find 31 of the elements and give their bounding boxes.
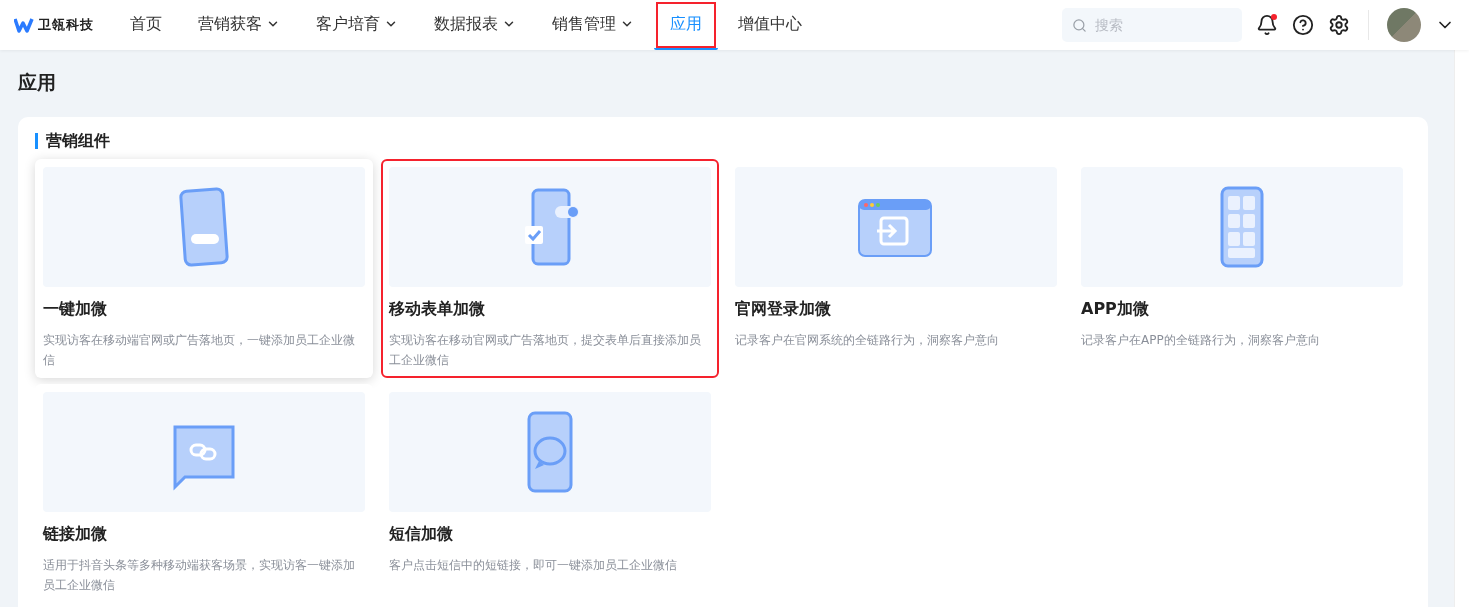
search-field[interactable]: 搜索 bbox=[1062, 8, 1242, 42]
nav-tab[interactable]: 数据报表 bbox=[418, 0, 532, 50]
section-title: 营销组件 bbox=[35, 133, 1411, 149]
card-description: 客户点击短信中的短链接，即可一键添加员工企业微信 bbox=[389, 557, 678, 574]
card-description: 实现访客在移动端官网或广告落地页，一键添加员工企业微信 bbox=[43, 332, 356, 369]
card-title: 官网登录加微 bbox=[735, 299, 832, 320]
app-card[interactable]: 一键加微 实现访客在移动端官网或广告落地页，一键添加员工企业微信 bbox=[35, 159, 373, 378]
brand-name: 卫瓴科技 bbox=[38, 16, 94, 34]
search-icon bbox=[1072, 18, 1087, 33]
page-title: 应用 bbox=[18, 70, 57, 95]
card-title: 短信加微 bbox=[389, 524, 454, 545]
notification-button[interactable] bbox=[1256, 14, 1278, 36]
card-title: 链接加微 bbox=[43, 524, 108, 545]
app-card[interactable]: 移动表单加微 实现访客在移动官网或广告落地页，提交表单后直接添加员工企业微信 bbox=[381, 159, 719, 378]
logo-icon bbox=[14, 17, 34, 33]
card-description: 适用于抖音头条等多种移动端获客场景，实现访客一键添加员工企业微信 bbox=[43, 557, 356, 594]
settings-button[interactable] bbox=[1328, 14, 1350, 36]
nav-tab[interactable]: 营销获客 bbox=[182, 0, 296, 50]
card-title: APP加微 bbox=[1081, 299, 1150, 320]
nav-tab[interactable]: 增值中心 bbox=[722, 0, 818, 50]
avatar[interactable] bbox=[1387, 8, 1421, 42]
card-description: 记录客户在APP的全链路行为，洞察客户意向 bbox=[1081, 332, 1321, 349]
card-title: 移动表单加微 bbox=[389, 299, 486, 320]
card-title: 一键加微 bbox=[43, 299, 108, 320]
nav-tab[interactable]: 客户培育 bbox=[300, 0, 414, 50]
help-button[interactable] bbox=[1292, 14, 1314, 36]
nav-tab[interactable]: 首页 bbox=[114, 0, 178, 50]
card-description: 记录客户在官网系统的全链路行为，洞察客户意向 bbox=[735, 332, 1000, 349]
card-description: 实现访客在移动官网或广告落地页，提交表单后直接添加员工企业微信 bbox=[389, 332, 702, 369]
nav-tab[interactable]: 销售管理 bbox=[536, 0, 650, 50]
scrollbar[interactable] bbox=[1454, 50, 1469, 607]
